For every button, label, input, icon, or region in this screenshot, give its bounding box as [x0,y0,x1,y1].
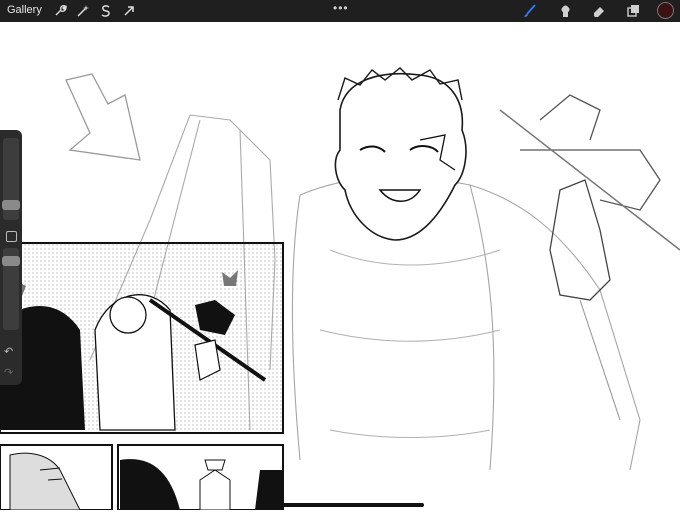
brush-size-slider[interactable] [2,138,20,220]
selection-s-icon[interactable] [98,3,114,19]
opacity-thumb[interactable] [2,256,20,266]
brush-icon[interactable] [522,3,538,19]
eraser-icon[interactable] [591,3,607,19]
modify-button[interactable] [6,231,17,242]
top-toolbar: Gallery ••• [0,0,680,22]
color-picker-swatch[interactable] [657,2,674,19]
wrench-icon[interactable] [52,3,68,19]
brush-size-thumb[interactable] [2,200,20,210]
smudge-icon[interactable] [557,3,573,19]
layers-icon[interactable] [625,3,641,19]
home-indicator[interactable] [258,503,424,507]
guide-arrow-sketch [65,73,141,161]
sketch-artwork [0,67,680,511]
opacity-slider[interactable] [2,248,20,330]
undo-icon[interactable]: ↶ [4,345,13,358]
left-sidebar: ↶ ↷ [0,130,22,385]
redo-icon[interactable]: ↷ [4,366,13,379]
more-options-icon[interactable]: ••• [333,1,349,15]
move-arrow-icon[interactable] [121,3,137,19]
drawing-canvas[interactable] [0,22,680,511]
gallery-button[interactable]: Gallery [7,4,42,16]
magic-wand-icon[interactable] [75,3,91,19]
